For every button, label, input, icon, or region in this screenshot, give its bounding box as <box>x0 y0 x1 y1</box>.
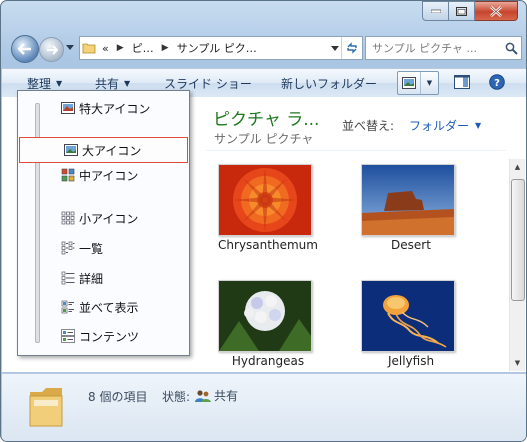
menu-item-content[interactable]: コンテンツ <box>60 326 180 346</box>
breadcrumb-overflow[interactable]: « <box>98 37 113 59</box>
preview-pane-icon <box>454 75 470 89</box>
details-view-icon <box>60 270 76 286</box>
slideshow-label: スライド ショー <box>164 76 252 91</box>
back-button[interactable] <box>11 35 39 63</box>
menu-item-label: 特大アイコン <box>79 101 151 116</box>
view-options-dropdown[interactable]: ▼ <box>421 72 438 94</box>
menu-item-extra-large-icons[interactable]: 特大アイコン <box>60 98 180 118</box>
address-box[interactable]: « ▶ ピ… ▶ サンプル ピク… <box>79 36 363 60</box>
new-folder-label: 新しいフォルダー <box>281 76 378 91</box>
refresh-icon <box>347 42 357 54</box>
desert-thumbnail <box>361 164 455 236</box>
organize-label: 整理 <box>27 76 52 91</box>
file-item[interactable]: Jellyfish <box>341 280 481 388</box>
menu-item-medium-icons[interactable]: 中アイコン <box>60 165 180 185</box>
menu-item-details[interactable]: 詳細 <box>60 268 180 288</box>
item-count: 8 個の項目 <box>88 390 148 404</box>
scrollbar-thumb[interactable] <box>511 179 525 301</box>
address-history-dropdown[interactable] <box>328 37 342 59</box>
file-item[interactable]: Desert <box>341 164 481 272</box>
menu-item-label: コンテンツ <box>79 329 140 344</box>
folder-icon <box>29 388 63 427</box>
forward-button[interactable] <box>39 37 64 62</box>
breadcrumb-sample-pictures[interactable]: サンプル ピク… <box>173 37 261 59</box>
menu-item-label: 中アイコン <box>79 168 139 183</box>
caption-buttons <box>422 1 518 21</box>
scroll-down-icon[interactable]: ▼ <box>510 355 525 371</box>
menu-item-list[interactable]: 一覧 <box>60 238 180 258</box>
file-name: Desert <box>391 238 431 252</box>
arrange-by-label: 並べ替え: <box>342 119 395 133</box>
state-label: 状態: <box>162 390 191 404</box>
file-item[interactable]: Chrysanthemum <box>198 164 338 272</box>
minimize-icon <box>430 9 441 13</box>
details-pane: 8 個の項目 状態: 共有 <box>2 373 526 441</box>
close-icon <box>490 5 502 17</box>
vertical-scrollbar[interactable]: ▲ ▼ <box>509 159 525 371</box>
large-icons-icon[interactable] <box>398 72 421 94</box>
menu-item-label: 大アイコン <box>82 143 142 158</box>
hydrangeas-thumbnail <box>218 280 312 352</box>
chrysanthemum-thumbnail <box>218 164 312 236</box>
chevron-down-icon: ▼ <box>475 121 482 130</box>
search-input[interactable]: サンプル ピクチャ ... <box>366 40 501 56</box>
refresh-button[interactable] <box>341 37 362 59</box>
chevron-down-icon <box>331 45 339 51</box>
minimize-button[interactable] <box>422 1 449 21</box>
scroll-up-icon[interactable]: ▲ <box>510 159 525 175</box>
forward-arrow-icon <box>46 44 58 55</box>
extra-large-icons-icon <box>60 100 76 116</box>
small-icons-icon <box>60 210 76 226</box>
close-button[interactable] <box>475 1 518 21</box>
folder-icon <box>80 42 98 54</box>
menu-item-small-icons[interactable]: 小アイコン <box>60 208 180 228</box>
file-item[interactable]: Hydrangeas <box>198 280 338 388</box>
chevron-down-icon: ▼ <box>56 78 63 88</box>
search-icon[interactable] <box>501 37 521 59</box>
navigation-bar: « ▶ ピ… ▶ サンプル ピク… サンプル ピクチャ ... <box>9 32 522 63</box>
menu-item-tiles[interactable]: 並べて表示 <box>60 297 180 317</box>
menu-item-large-icons[interactable]: 大アイコン <box>19 137 188 163</box>
tiles-view-icon <box>60 299 76 315</box>
menu-item-label: 詳細 <box>79 271 104 286</box>
maximize-icon <box>456 6 467 16</box>
maximize-button[interactable] <box>449 1 475 21</box>
change-view-button[interactable]: ▼ <box>397 71 439 95</box>
header-divider <box>206 150 506 151</box>
breadcrumb-pictures[interactable]: ピ… <box>128 37 158 59</box>
help-button[interactable]: ? <box>487 72 507 92</box>
library-subtitle: サンプル ピクチャ <box>214 132 314 146</box>
help-icon: ? <box>489 74 505 90</box>
explorer-window: « ▶ ピ… ▶ サンプル ピク… サンプル ピクチャ ... 整理 ▼ 共有 <box>0 0 527 442</box>
breadcrumb-separator-icon[interactable]: ▶ <box>113 37 128 59</box>
recent-pages-dropdown[interactable] <box>65 41 75 53</box>
file-name: Hydrangeas <box>231 354 305 368</box>
menu-item-label: 一覧 <box>79 241 104 256</box>
svg-text:?: ? <box>494 78 500 89</box>
file-name: Chrysanthemum <box>218 238 318 252</box>
content-view-icon <box>60 328 76 344</box>
share-state-value: 共有 <box>214 389 239 403</box>
view-menu: 特大アイコン 大アイコン 中アイコン 小アイコン 一覧 詳細 並べて表示 コンテ… <box>17 90 190 356</box>
library-title: ピクチャ ラ... <box>213 110 320 130</box>
chevron-down-icon <box>66 44 74 50</box>
arrange-by-value: フォルダー <box>409 119 470 133</box>
new-folder-button[interactable]: 新しいフォルダー <box>281 74 377 92</box>
arrange-by-dropdown[interactable]: フォルダー ▼ <box>409 117 481 134</box>
preview-pane-button[interactable] <box>452 72 472 92</box>
breadcrumb-separator-icon[interactable]: ▶ <box>158 37 173 59</box>
large-icons-icon <box>63 142 79 158</box>
share-state: 共有 <box>195 387 238 404</box>
back-arrow-icon <box>18 43 31 55</box>
jellyfish-thumbnail <box>361 280 455 352</box>
share-label: 共有 <box>95 76 120 91</box>
shared-users-icon <box>195 389 211 402</box>
medium-icons-icon <box>60 167 76 183</box>
list-view-icon <box>60 240 76 256</box>
menu-item-label: 並べて表示 <box>79 300 139 315</box>
search-box[interactable]: サンプル ピクチャ ... <box>365 36 522 60</box>
menu-item-label: 小アイコン <box>79 211 139 226</box>
chevron-down-icon: ▼ <box>124 78 131 88</box>
file-name: Jellyfish <box>387 354 435 368</box>
